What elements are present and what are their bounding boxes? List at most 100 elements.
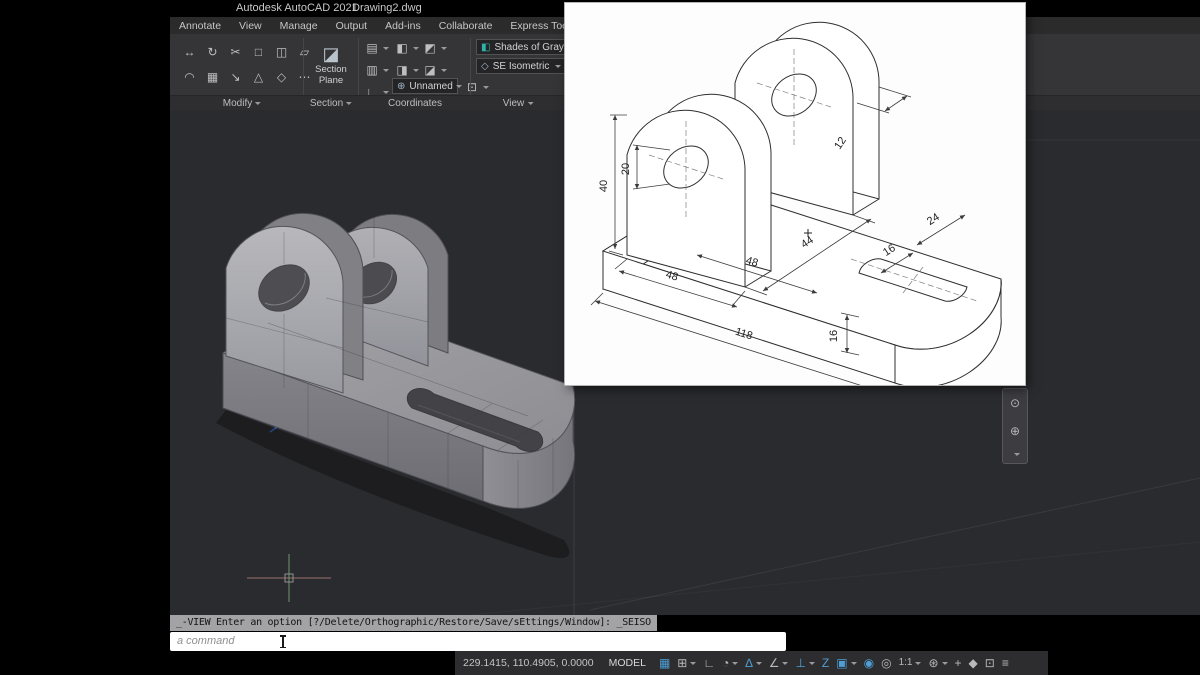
caret-down-icon xyxy=(456,85,462,88)
part-outline xyxy=(603,22,1001,385)
polar-tracking-toggle[interactable]: ◔ xyxy=(722,651,738,675)
object-snap-tracking-toggle[interactable]: ∠ xyxy=(769,651,789,675)
named-ucs-dropdown[interactable]: ⊕ Unnamed xyxy=(392,78,458,94)
panel-label-modify[interactable]: Modify xyxy=(223,97,261,110)
graphics-performance-icon: ◆ xyxy=(969,651,978,675)
panel-label-section[interactable]: Section xyxy=(310,97,352,110)
ucs-view-button[interactable]: ◪ xyxy=(422,61,447,79)
caret-down-icon xyxy=(809,662,815,665)
copy-tool-icon[interactable]: ◫ xyxy=(272,41,291,63)
caret-down-icon xyxy=(413,69,419,72)
ortho-icon: ∟ xyxy=(703,651,715,675)
workspace-switching-button[interactable]: ⊛ xyxy=(928,651,947,675)
visual-style-value: Shades of Gray xyxy=(494,42,563,53)
rotate-tool-icon[interactable]: ↻ xyxy=(203,41,222,63)
live-section-button[interactable]: ▤ xyxy=(364,39,389,57)
snap-icon: ⊞ xyxy=(677,651,687,675)
caret-down-icon xyxy=(1014,453,1020,456)
ribbon-tab-addins[interactable]: Add-ins xyxy=(376,20,430,32)
caret-down-icon xyxy=(851,662,857,665)
caret-down-icon xyxy=(915,662,921,665)
object-snap-toggle[interactable]: ⊥ xyxy=(795,651,814,675)
dimensioned-isometric-drawing: 40 20 48 12 44 24 16 48 118 16 xyxy=(565,3,1025,385)
array-tool-icon[interactable]: ▦ xyxy=(203,66,222,88)
isodraft-icon: ∆ xyxy=(745,651,752,675)
section-plane-button[interactable]: ◪ Section Plane xyxy=(307,37,355,93)
annotation-scale-value: 1:1 xyxy=(899,651,913,675)
customization-menu-button[interactable]: ≡ xyxy=(1002,651,1009,675)
caret-down-icon xyxy=(690,662,696,665)
grid-toggle[interactable]: ▦ xyxy=(659,651,670,675)
text-cursor xyxy=(282,635,284,648)
osnap-tracking-icon: ∠ xyxy=(769,651,780,675)
caret-down-icon xyxy=(441,47,447,50)
annotation-monitor-toggle[interactable]: + xyxy=(955,651,962,675)
autocad-window: Autodesk AutoCAD 2021 Drawing2.dwg Annot… xyxy=(0,0,1200,675)
caret-down-icon xyxy=(942,662,948,665)
ribbon-tab-annotate[interactable]: Annotate xyxy=(170,20,230,32)
dim-20: 20 xyxy=(620,163,632,175)
annotation-autoscale-toggle[interactable]: ◎ xyxy=(881,651,891,675)
ucs-face-button[interactable]: ◩ xyxy=(422,39,447,57)
navigation-bar[interactable]: ⊙ ⊕ xyxy=(1002,388,1028,464)
grid-icon: ▦ xyxy=(659,651,670,675)
dynamic-input-icon: Z xyxy=(822,651,829,675)
trim-tool-icon[interactable]: ✂ xyxy=(226,41,245,63)
graphics-performance-toggle[interactable]: ◆ xyxy=(969,651,978,675)
ucs-icon-toggle-button[interactable]: ⊡ xyxy=(464,78,489,96)
annotation-scale-button[interactable]: 1:1 xyxy=(899,651,922,675)
stretch-tool-icon[interactable]: ↘ xyxy=(226,66,245,88)
scale-tool-icon[interactable]: △ xyxy=(249,66,268,88)
dynamic-input-toggle[interactable]: Z xyxy=(822,651,829,675)
annotation-visibility-toggle[interactable]: ◉ xyxy=(864,651,874,675)
caret-down-icon xyxy=(756,662,762,665)
caret-down-icon xyxy=(346,102,352,105)
caret-down-icon xyxy=(383,47,389,50)
steering-wheel-icon[interactable]: ⊙ xyxy=(1010,396,1020,410)
isometric-drafting-toggle[interactable]: ∆ xyxy=(745,651,761,675)
osnap-icon: ⊥ xyxy=(795,651,805,675)
caret-down-icon xyxy=(413,47,419,50)
section-plane-label-2: Plane xyxy=(319,75,343,86)
caret-down-icon xyxy=(555,65,561,68)
selection-cycling-toggle[interactable]: ▣ xyxy=(836,651,856,675)
ucs-view-icon: ◪ xyxy=(422,61,438,79)
snap-mode-toggle[interactable]: ⊞ xyxy=(677,651,696,675)
generate-section-icon: ▥ xyxy=(364,61,380,79)
fillet-tool-icon[interactable]: ◠ xyxy=(180,66,199,88)
panel-label-coordinates[interactable]: Coordinates xyxy=(388,97,442,110)
view-preset-icon: ◇ xyxy=(481,61,489,72)
move-tool-icon[interactable]: ↔ xyxy=(180,41,199,63)
selection-cycling-icon: ▣ xyxy=(836,651,847,675)
dim-24: 24 xyxy=(925,211,942,228)
view-preset-value: SE Isometric xyxy=(493,61,552,72)
erase-tool-icon[interactable]: □ xyxy=(249,41,268,63)
view-preset-dropdown[interactable]: ◇ SE Isometric xyxy=(476,58,566,74)
caret-down-icon xyxy=(441,69,447,72)
generate-section-button[interactable]: ▥ xyxy=(364,61,389,79)
named-ucs-icon: ⊕ xyxy=(397,81,405,92)
world-ucs-button[interactable]: ◧ xyxy=(394,39,419,57)
visual-style-icon: ◧ xyxy=(481,42,490,53)
ribbon-tab-manage[interactable]: Manage xyxy=(271,20,327,32)
pan-tool-icon[interactable]: ⊕ xyxy=(1010,424,1020,438)
visual-style-dropdown[interactable]: ◧ Shades of Gray xyxy=(476,39,566,55)
annotation-visibility-icon: ◉ xyxy=(864,651,874,675)
ribbon-tab-collaborate[interactable]: Collaborate xyxy=(430,20,502,32)
section-tool-column: ▤ ▥ ∟ xyxy=(364,39,389,101)
ortho-toggle[interactable]: ∟ xyxy=(703,651,715,675)
ribbon-tab-output[interactable]: Output xyxy=(327,20,377,32)
modify-panel-tools: ↔ ↻ ✂ □ ◫ ▱ ◠ ▦ ↘ △ ◇ ⋯ xyxy=(180,41,314,88)
clean-screen-toggle[interactable]: ⊡ xyxy=(985,651,995,675)
command-input[interactable]: a command xyxy=(170,632,786,651)
panel-label-view[interactable]: View xyxy=(503,97,534,110)
panel-label-text: Modify xyxy=(223,98,252,109)
caret-down-icon xyxy=(527,102,533,105)
bracket-3d-model[interactable] xyxy=(198,188,618,588)
caret-down-icon xyxy=(255,102,261,105)
caret-down-icon xyxy=(383,91,389,94)
offset-tool-icon[interactable]: ◇ xyxy=(272,66,291,88)
ribbon-tab-view[interactable]: View xyxy=(230,20,271,32)
model-space-button[interactable]: MODEL xyxy=(609,657,646,669)
ucs-origin-button[interactable]: ◨ xyxy=(394,61,419,79)
